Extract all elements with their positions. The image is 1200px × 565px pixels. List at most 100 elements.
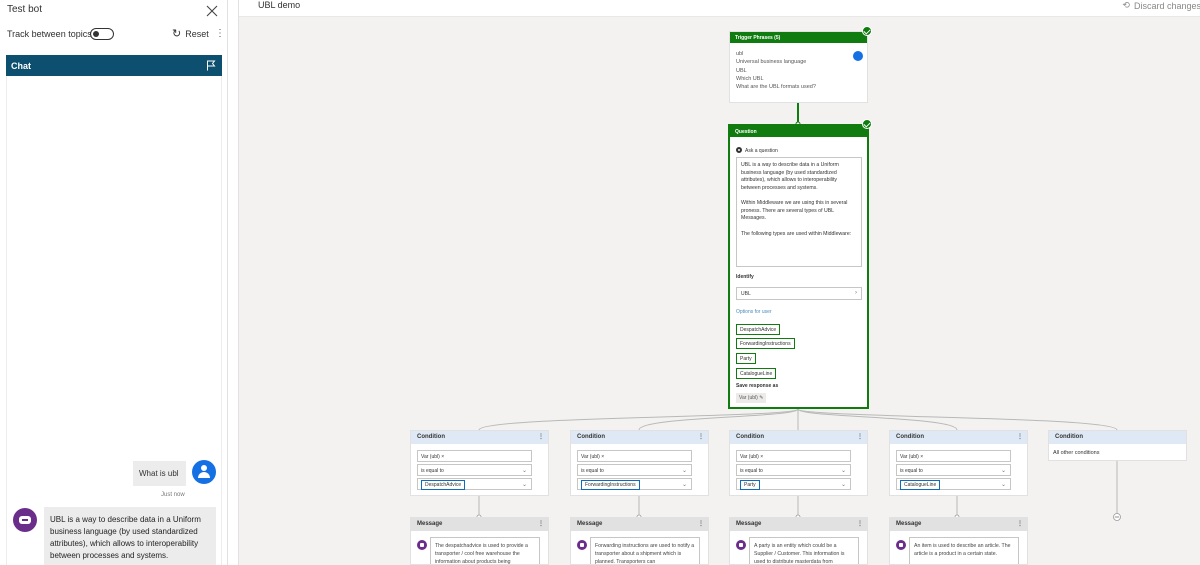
question-node[interactable]: Question Ask a question UBL is a way to … xyxy=(728,124,869,409)
more-options-icon[interactable]: ⋮ xyxy=(698,433,704,440)
condition-title: Condition xyxy=(1055,434,1083,440)
condition-operator[interactable]: is equal to ⌄ xyxy=(896,464,1011,476)
trigger-phrase: UBL xyxy=(736,67,747,74)
chevron-down-icon: ⌄ xyxy=(681,468,687,474)
message-icon xyxy=(896,540,906,550)
trigger-phrase: Universal business language xyxy=(736,59,807,66)
edit-icon[interactable]: ✎ xyxy=(759,395,763,401)
condition-node[interactable]: Condition ⋮ Var (ubl) × is equal to ⌄ Forw… xyxy=(570,430,709,496)
reset-label: Reset xyxy=(185,29,209,39)
message-text[interactable]: An item is used to describe an article. … xyxy=(909,537,1019,564)
condition-operator[interactable]: is equal to ⌄ xyxy=(577,464,692,476)
condition-variable[interactable]: Var (ubl) × xyxy=(896,450,1011,462)
test-bot-title: Test bot xyxy=(7,4,43,15)
operator-label: is equal to xyxy=(421,468,444,474)
message-node[interactable]: Message ⋮ Forwarding instructions are use… xyxy=(570,517,709,565)
chevron-right-icon: › xyxy=(855,290,857,296)
user-avatar xyxy=(192,460,216,484)
message-text[interactable]: The despatchadvice is used to provide a … xyxy=(430,537,540,564)
message-text[interactable]: A party is an entity which could be a Su… xyxy=(749,537,859,564)
value-chip: ForwardingInstructions xyxy=(581,480,640,490)
message-title: Message xyxy=(736,521,762,527)
identify-selector[interactable]: UBL › xyxy=(736,287,862,300)
condition-operator[interactable]: is equal to ⌄ xyxy=(417,464,532,476)
chevron-down-icon: ⌄ xyxy=(1000,468,1006,474)
condition-node[interactable]: Condition ⋮ Var (ubl) × is equal to ⌄ Cata… xyxy=(889,430,1028,496)
condition-variable[interactable]: Var (ubl) × xyxy=(577,450,692,462)
chat-transcript xyxy=(6,76,222,565)
condition-value[interactable]: CatalogueLine ⌄ xyxy=(896,478,1011,490)
trigger-phrases-node[interactable]: Trigger Phrases (5) ubl Universal busine… xyxy=(729,31,868,103)
chevron-down-icon: ⌄ xyxy=(681,482,687,488)
more-options-icon[interactable]: ⋮ xyxy=(1017,520,1023,527)
message-title: Message xyxy=(417,521,443,527)
condition-value[interactable]: Party ⌄ xyxy=(736,478,851,490)
message-node[interactable]: Message ⋮ An item is used to describe an … xyxy=(889,517,1028,565)
more-options-icon[interactable]: ⋮ xyxy=(215,28,225,39)
more-options-icon[interactable]: ⋮ xyxy=(1017,433,1023,440)
more-options-icon[interactable]: ⋮ xyxy=(538,433,544,440)
track-topics-toggle[interactable] xyxy=(90,28,114,40)
operator-label: is equal to xyxy=(740,468,763,474)
condition-node[interactable]: Condition ⋮ Var (ubl) × is equal to ⌄ Part… xyxy=(729,430,868,496)
ask-question-row: Ask a question xyxy=(736,147,778,154)
save-variable-name: Var (ubl) xyxy=(739,395,758,401)
option-chip[interactable]: Party xyxy=(736,353,756,364)
ask-question-label: Ask a question xyxy=(745,148,778,154)
question-text-editor[interactable]: UBL is a way to describe data in a Unifo… xyxy=(736,157,862,267)
message-timestamp: Just now xyxy=(161,492,185,498)
condition-title: Condition xyxy=(736,434,764,440)
question-text-paragraph: Within Middleware we are using this in s… xyxy=(741,200,848,221)
bot-avatar xyxy=(13,508,37,532)
message-node[interactable]: Message ⋮ The despatchadvice is used to p… xyxy=(410,517,549,565)
question-node-title: Question xyxy=(730,126,867,137)
variable-name: Var (ubl) xyxy=(740,454,759,460)
message-icon xyxy=(417,540,427,550)
message-icon xyxy=(736,540,746,550)
question-text-paragraph: The following types are used within Midd… xyxy=(741,230,852,237)
condition-value[interactable]: ForwardingInstructions ⌄ xyxy=(577,478,692,490)
condition-value[interactable]: DespatchAdvice ⌄ xyxy=(417,478,532,490)
trigger-phrase: What are the UBL formats used? xyxy=(736,84,816,91)
more-options-icon[interactable]: ⋮ xyxy=(538,520,544,527)
chat-label: Chat xyxy=(11,61,31,71)
condition-node-other[interactable]: Condition All other conditions xyxy=(1048,430,1187,461)
condition-title: Condition xyxy=(896,434,924,440)
check-icon xyxy=(862,119,872,129)
operator-label: is equal to xyxy=(900,468,923,474)
message-title: Message xyxy=(896,521,922,527)
variable-name: Var (ubl) xyxy=(581,454,600,460)
options-for-user-label: Options for user xyxy=(736,309,772,315)
variable-name: Var (ubl) xyxy=(421,454,440,460)
more-options-icon[interactable]: ⋮ xyxy=(857,520,863,527)
trigger-node-title: Trigger Phrases (5) xyxy=(730,32,867,43)
option-chip[interactable]: DespatchAdvice xyxy=(736,324,781,335)
reset-icon: ↻ xyxy=(172,27,182,40)
check-icon xyxy=(862,26,872,36)
flow-connectors xyxy=(476,103,1121,521)
authoring-canvas[interactable]: UBL demo ⟲ Discard changes Trigger Phras… xyxy=(238,0,1200,565)
more-options-icon[interactable]: ⋮ xyxy=(698,520,704,527)
more-options-icon[interactable]: ⋮ xyxy=(857,433,863,440)
option-chip[interactable]: CatalogueLine xyxy=(736,368,777,379)
condition-variable[interactable]: Var (ubl) × xyxy=(736,450,851,462)
condition-variable[interactable]: Var (ubl) × xyxy=(417,450,532,462)
condition-operator[interactable]: is equal to ⌄ xyxy=(736,464,851,476)
question-text-paragraph: UBL is a way to describe data in a Unifo… xyxy=(741,162,839,191)
bot-message-bubble: UBL is a way to describe data in a Unifo… xyxy=(44,507,216,565)
condition-title: Condition xyxy=(577,434,605,440)
trigger-phrase: ubl xyxy=(736,51,744,57)
chevron-down-icon: ⌄ xyxy=(521,482,527,488)
flag-icon[interactable] xyxy=(206,60,216,71)
chevron-down-icon: ⌄ xyxy=(840,482,846,488)
condition-node[interactable]: Condition ⋮ Var (ubl) × is equal to ⌄ Desp… xyxy=(410,430,549,496)
chevron-down-icon: ⌄ xyxy=(840,468,846,474)
save-variable-chip[interactable]: Var (ubl) ✎ xyxy=(736,393,767,403)
reset-button[interactable]: ↻ Reset xyxy=(172,27,209,40)
message-node[interactable]: Message ⋮ A party is an entity which coul… xyxy=(729,517,868,565)
close-icon[interactable] xyxy=(206,5,218,17)
message-text[interactable]: Forwarding instructions are used to noti… xyxy=(590,537,700,564)
option-chip[interactable]: ForwardingInstructions xyxy=(736,338,795,349)
chat-header: Chat xyxy=(6,55,222,76)
user-icon xyxy=(853,51,863,61)
